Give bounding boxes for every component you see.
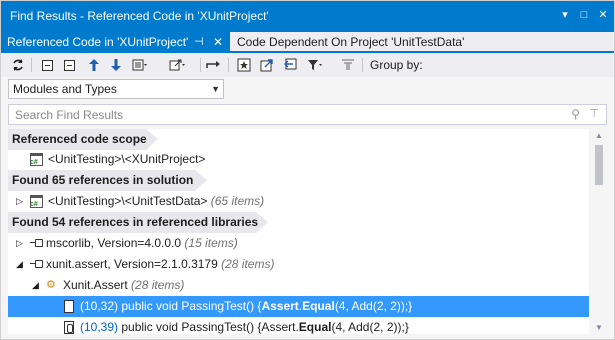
group-by-label[interactable]: Group by:: [370, 58, 423, 72]
scroll-down-icon[interactable]: ▼: [595, 323, 603, 332]
find-results-window: Find Results - Referenced Code in 'XUnit…: [0, 0, 615, 340]
filter-clear-icon[interactable]: [340, 57, 356, 73]
toolbar-separator: [362, 58, 363, 72]
toolbar-separator: [31, 58, 32, 72]
tab-label: Referenced Code in 'XUnitProject': [7, 35, 189, 49]
section-header-solution: Found 65 references in solution: [8, 170, 207, 191]
scroll-up-icon[interactable]: ▲: [595, 131, 603, 140]
csharp-project-icon: [30, 195, 43, 208]
search-placeholder: Search Find Results: [15, 108, 124, 122]
tree-node-mscorlib[interactable]: ▷ mscorlib, Version=4.0.0.0 (15 items): [8, 233, 589, 254]
export-icon[interactable]: [132, 57, 148, 73]
previous-icon[interactable]: [86, 57, 102, 73]
collapse-arrow-icon[interactable]: ◢: [32, 275, 39, 296]
maximize-icon[interactable]: □: [576, 7, 592, 23]
window-title: Find Results - Referenced Code in 'XUnit…: [10, 9, 269, 23]
tree-node-xunit-assert-class[interactable]: ◢ ⚙ Xunit.Assert (28 items): [8, 275, 589, 296]
section-header-scope: Referenced code scope: [8, 129, 158, 150]
next-icon[interactable]: [108, 57, 124, 73]
occurrence-row-selected[interactable]: (10,32) public void PassingTest() {Asser…: [8, 296, 589, 317]
tab-referenced-code[interactable]: Referenced Code in 'XUnitProject' ⊣ ✕: [1, 32, 230, 53]
expand-arrow-icon[interactable]: ▷: [16, 233, 23, 254]
title-bar: Find Results - Referenced Code in 'XUnit…: [1, 1, 614, 32]
section-header-libraries: Found 54 references in referenced librar…: [8, 212, 268, 233]
tab-strip: Referenced Code in 'XUnitProject' ⊣ ✕ Co…: [1, 32, 614, 53]
tree-node-solution-project[interactable]: ▷ <UnitTesting>\<UnitTestData> (65 items…: [8, 191, 589, 212]
pin-search-icon[interactable]: ⊤: [589, 107, 599, 120]
open-icon[interactable]: [169, 57, 185, 73]
chevron-down-icon: ▼: [211, 84, 220, 94]
assembly-icon: [30, 237, 43, 250]
import-icon[interactable]: [282, 57, 298, 73]
tab-label: Code Dependent On Project 'UnitTestData': [237, 35, 465, 49]
search-input[interactable]: Search Find Results ⚲ ⊤: [8, 104, 607, 125]
goto-icon[interactable]: [206, 57, 222, 73]
refresh-icon[interactable]: [10, 57, 26, 73]
close-icon[interactable]: ✕: [595, 7, 611, 23]
tree-node-xunit-assert[interactable]: ◢ xunit.assert, Version=2.1.0.3179 (28 i…: [8, 254, 589, 275]
csharp-project-icon: [30, 153, 43, 166]
tab-code-dependent[interactable]: Code Dependent On Project 'UnitTestData': [237, 32, 464, 53]
pin-icon[interactable]: ⊣: [194, 32, 204, 53]
vertical-scrollbar[interactable]: ▲ ▼: [591, 129, 607, 334]
collapse-all-icon[interactable]: [61, 57, 77, 73]
scrollbar-thumb[interactable]: [595, 145, 603, 185]
expand-arrow-icon[interactable]: ▷: [16, 191, 23, 212]
scope-dropdown-value: Modules and Types: [13, 82, 117, 96]
occurrence-row[interactable]: (10,39) public void PassingTest() {Asser…: [8, 317, 589, 334]
tab-close-icon[interactable]: ✕: [213, 32, 223, 53]
code-file-icon: [64, 321, 74, 334]
bookmark-icon[interactable]: [236, 57, 252, 73]
export-results-icon[interactable]: [259, 57, 275, 73]
scope-dropdown[interactable]: Modules and Types ▼: [8, 79, 224, 99]
code-file-icon: [64, 300, 74, 313]
header-arrow: [195, 170, 207, 191]
assembly-icon: [30, 258, 43, 271]
class-icon: ⚙: [46, 279, 56, 291]
collapse-arrow-icon[interactable]: ◢: [16, 254, 23, 275]
results-tree: Referenced code scope <UnitTesting>\<XUn…: [8, 129, 589, 334]
filter-icon[interactable]: [307, 57, 323, 73]
list-item-scope-project[interactable]: <UnitTesting>\<XUnitProject>: [8, 149, 589, 170]
dropdown-menu-icon[interactable]: ▾: [557, 7, 573, 23]
toolbar-separator: [200, 58, 201, 72]
toolbar: Group by:: [1, 53, 614, 77]
toolbar-separator: [228, 58, 229, 72]
expand-all-icon[interactable]: [39, 57, 55, 73]
search-options-icon[interactable]: ⚲: [571, 107, 580, 121]
header-arrow: [146, 129, 158, 150]
